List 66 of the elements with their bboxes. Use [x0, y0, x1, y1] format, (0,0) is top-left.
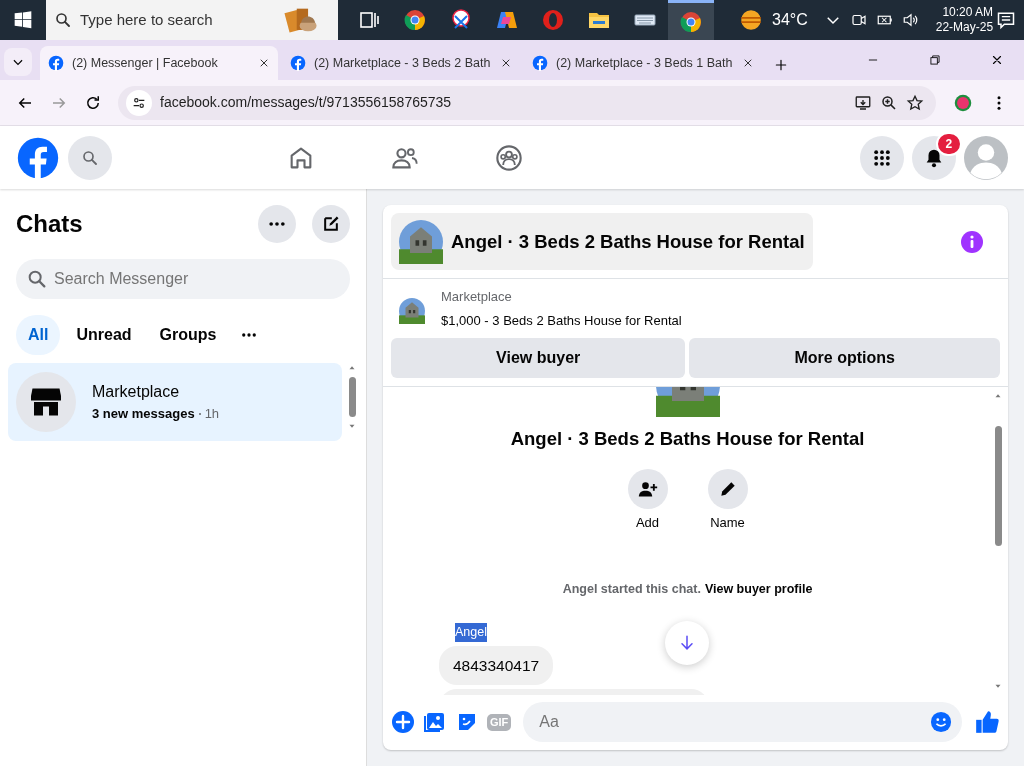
browser-tab[interactable]: (2) Messenger | Facebook — [40, 46, 278, 80]
listing-title: $1,000 - 3 Beds 2 Baths House for Rental — [441, 311, 682, 330]
address-bar[interactable]: facebook.com/messages/t/9713556158765735 — [118, 85, 936, 120]
clock-date[interactable]: 22-May-25 — [935, 20, 994, 35]
message-bubble: 4843340417 — [439, 645, 554, 685]
clock-time[interactable]: 10:20 AM — [942, 5, 994, 20]
menu-grid-icon[interactable] — [860, 135, 904, 180]
action-button[interactable]: View buyer — [391, 338, 686, 378]
photo-icon[interactable] — [423, 710, 447, 734]
more-options-icon[interactable] — [258, 205, 296, 243]
sun-icon[interactable] — [738, 7, 764, 33]
filter-tab[interactable]: Groups — [147, 315, 229, 355]
browser-tab[interactable]: (2) Marketplace - 3 Beds 1 Bath — [524, 46, 762, 80]
tune-icon[interactable] — [126, 89, 152, 116]
filter-tab[interactable]: Unread — [64, 315, 144, 355]
star-icon[interactable] — [906, 93, 924, 112]
house-photo-icon — [399, 219, 443, 264]
like-icon[interactable] — [974, 709, 1000, 735]
search-icon — [26, 268, 48, 290]
message-field[interactable]: Aa — [523, 702, 962, 742]
chats-heading: Chats — [16, 209, 83, 239]
sender-name: Angel — [455, 623, 487, 642]
restore-icon[interactable] — [928, 53, 942, 67]
zoom-icon[interactable] — [880, 93, 898, 112]
scrollbar-thumb[interactable] — [994, 426, 1002, 546]
notification-icon[interactable] — [996, 10, 1016, 30]
messenger-search-field[interactable]: Search Messenger — [16, 259, 350, 299]
conversation-preview: 3 new messages — [92, 405, 195, 424]
compose-icon[interactable] — [312, 205, 350, 243]
facebook-logo-icon[interactable] — [16, 135, 60, 180]
action-label: Add — [635, 513, 660, 532]
conversation-name: Marketplace — [92, 382, 181, 403]
search-icon[interactable] — [68, 135, 112, 180]
conversation-title-button[interactable]: Angel · 3 Beds 2 Baths House for Rental — [391, 213, 813, 270]
scroll-down-button[interactable] — [665, 621, 709, 665]
emoji-icon[interactable] — [930, 711, 952, 733]
search-icon — [54, 11, 72, 29]
conversation-item[interactable]: Marketplace 3 new messages 1h — [8, 363, 342, 441]
close-icon[interactable] — [258, 57, 270, 69]
action-label: Name — [710, 513, 745, 532]
reload-icon[interactable] — [84, 93, 102, 112]
info-icon[interactable] — [960, 229, 984, 254]
notification-badge: 2 — [935, 131, 962, 156]
new-tab-icon[interactable] — [774, 58, 788, 72]
close-icon[interactable] — [742, 57, 754, 69]
close-icon[interactable] — [990, 53, 1004, 67]
filter-tab[interactable]: All — [16, 315, 61, 355]
close-icon[interactable] — [500, 57, 512, 69]
scrollbar-thumb[interactable] — [348, 377, 356, 417]
facebook-icon — [48, 55, 64, 71]
temperature-text: 34°C — [772, 10, 808, 30]
browser-tab[interactable]: (2) Marketplace - 3 Beds 2 Bath — [282, 46, 520, 80]
listing-source: Marketplace — [441, 288, 513, 306]
system-message: Angel started this chat. — [562, 581, 701, 599]
view-buyer-profile-link[interactable]: View buyer profile — [704, 580, 813, 599]
action-button[interactable]: More options — [689, 338, 1000, 378]
taskbar-search-field[interactable]: Type here to search — [46, 0, 338, 40]
install-icon[interactable] — [854, 93, 872, 112]
browser-icon[interactable] — [668, 0, 714, 40]
speaker-icon[interactable] — [901, 11, 920, 29]
profile-title: Angel · 3 Beds 2 Baths House for Rental — [510, 427, 865, 451]
taskbar-search-placeholder: Type here to search — [80, 9, 214, 30]
facebook-icon — [532, 55, 548, 71]
plus-icon[interactable] — [391, 710, 415, 734]
conversation-time: 1h — [204, 405, 220, 424]
facebook-icon — [290, 55, 306, 71]
